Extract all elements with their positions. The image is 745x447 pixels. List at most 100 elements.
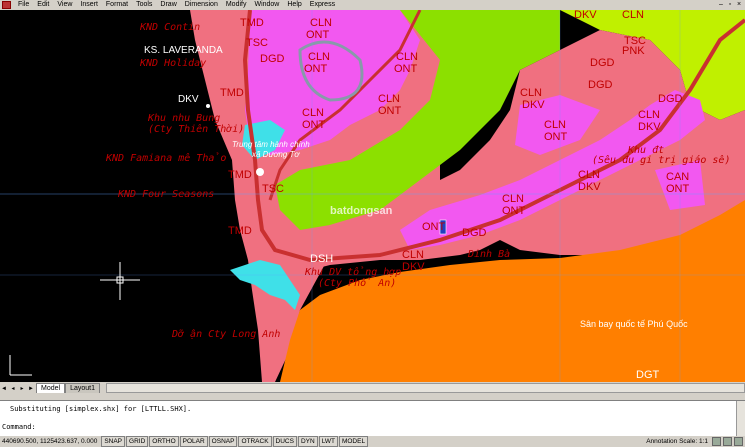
restore-icon[interactable]: ▫ bbox=[726, 1, 734, 9]
label-khu-nhu-bung: Khu nhu Bung bbox=[148, 113, 221, 124]
drawing-canvas[interactable]: KS. LAVERANDA DKV KND Contin KND Holiday… bbox=[0, 10, 745, 382]
label-dkv-left: DKV bbox=[178, 94, 199, 105]
label-dinh-ba: Dinh Bà bbox=[468, 249, 511, 260]
label-cln: CLN bbox=[302, 107, 325, 119]
label-cty-thien-thoi: (Cty Thiên Thời) bbox=[148, 124, 245, 135]
label-dkv: DKV bbox=[402, 261, 425, 273]
label-ont: ONT bbox=[544, 131, 568, 143]
label-sieu-du-lich: (Sêu đu gi trị giáo sê) bbox=[592, 155, 731, 166]
clean-screen-icon[interactable] bbox=[734, 437, 743, 446]
label-ont: ONT bbox=[422, 221, 446, 233]
label-ont: ONT bbox=[306, 29, 330, 41]
ortho-toggle[interactable]: ORTHO bbox=[149, 436, 179, 447]
label-cln: CLN bbox=[396, 51, 419, 63]
menu-format[interactable]: Format bbox=[102, 0, 132, 10]
annotation-scale[interactable]: Annotation Scale: 1:1 bbox=[646, 438, 712, 445]
menu-dimension[interactable]: Dimension bbox=[181, 0, 222, 10]
autocad-app-icon[interactable] bbox=[2, 1, 11, 9]
status-bar: 440690.500, 1125423.637, 0.000 SNAP GRID… bbox=[0, 436, 745, 447]
label-dgd-4: DGD bbox=[588, 79, 613, 91]
polar-toggle[interactable]: POLAR bbox=[179, 436, 208, 447]
label-tmd-1: TMD bbox=[220, 87, 244, 99]
menu-bar: File Edit View Insert Format Tools Draw … bbox=[0, 0, 745, 10]
label-khu-dv: Khu DV tổng hợp bbox=[305, 267, 402, 278]
ducs-toggle[interactable]: DUCS bbox=[272, 436, 297, 447]
label-cln: CLN bbox=[638, 109, 661, 121]
osnap-toggle[interactable]: OSNAP bbox=[208, 436, 238, 447]
last-tab-arrow-icon[interactable]: ► bbox=[27, 385, 35, 393]
label-dsh: DSH bbox=[310, 253, 334, 265]
command-prompt[interactable]: Command: bbox=[2, 423, 36, 431]
label-cln: CLN bbox=[520, 87, 543, 99]
label-cln: CLN bbox=[578, 169, 601, 181]
lock-icon[interactable] bbox=[723, 437, 732, 446]
label-dgd-2: DGD bbox=[462, 227, 487, 239]
menu-edit[interactable]: Edit bbox=[33, 0, 53, 10]
label-tmd-2: TMD bbox=[228, 169, 252, 181]
label-can: CAN bbox=[666, 171, 690, 183]
command-scrollbar[interactable] bbox=[736, 401, 745, 437]
label-knd-four-seasons: KND Four Seasons bbox=[118, 189, 215, 200]
label-ont: ONT bbox=[302, 119, 326, 131]
dyn-toggle[interactable]: DYN bbox=[297, 436, 318, 447]
minimize-icon[interactable]: – bbox=[717, 1, 725, 9]
annotation-visibility-icon[interactable] bbox=[712, 437, 721, 446]
label-ont: ONT bbox=[304, 63, 328, 75]
next-tab-arrow-icon[interactable]: ▸ bbox=[18, 385, 26, 393]
command-window[interactable]: Substituting [simplex.shx] for [LTTLL.SH… bbox=[0, 400, 745, 437]
label-dkv: DKV bbox=[574, 10, 597, 21]
grid-toggle[interactable]: GRID bbox=[126, 436, 149, 447]
menu-modify[interactable]: Modify bbox=[222, 0, 251, 10]
label-ks-laveranda: KS. LAVERANDA bbox=[144, 45, 223, 56]
label-knd-holiday: KND Holiday bbox=[140, 58, 207, 69]
menu-draw[interactable]: Draw bbox=[156, 0, 180, 10]
label-dkv: DKV bbox=[638, 121, 661, 133]
label-trung-tam: Trung tâm hành chính bbox=[232, 140, 310, 149]
label-knd-famiana: KND Famiana mê Thảo bbox=[106, 153, 227, 164]
label-cln: CLN bbox=[502, 193, 525, 205]
label-ont: ONT bbox=[502, 205, 526, 217]
label-dkv: DKV bbox=[578, 181, 601, 193]
label-ont: ONT bbox=[394, 63, 418, 75]
label-dat-rung: Dỡ ận Cty Long Anh bbox=[172, 329, 281, 340]
close-icon[interactable]: × bbox=[735, 1, 743, 9]
label-ont: ONT bbox=[666, 183, 690, 195]
first-tab-arrow-icon[interactable]: ◄ bbox=[0, 385, 8, 393]
label-cln: CLN bbox=[544, 119, 567, 131]
otrack-toggle[interactable]: OTRACK bbox=[238, 436, 272, 447]
label-dkv: DKV bbox=[522, 99, 545, 111]
tab-layout1[interactable]: Layout1 bbox=[65, 383, 100, 393]
model-toggle[interactable]: MODEL bbox=[338, 436, 369, 447]
menu-window[interactable]: Window bbox=[250, 0, 283, 10]
label-dgd-3: DGD bbox=[590, 57, 615, 69]
lwt-toggle[interactable]: LWT bbox=[318, 436, 338, 447]
label-cln: CLN bbox=[308, 51, 331, 63]
prev-tab-arrow-icon[interactable]: ◂ bbox=[9, 385, 17, 393]
menu-express[interactable]: Express bbox=[306, 0, 339, 10]
menu-view[interactable]: View bbox=[53, 0, 76, 10]
menu-tools[interactable]: Tools bbox=[132, 0, 156, 10]
label-cln: CLN bbox=[622, 10, 645, 21]
watermark-label: batdongsan bbox=[330, 205, 393, 217]
label-ont: ONT bbox=[378, 105, 402, 117]
menu-insert[interactable]: Insert bbox=[76, 0, 102, 10]
menu-help[interactable]: Help bbox=[283, 0, 305, 10]
coordinate-readout: 440690.500, 1125423.637, 0.000 bbox=[2, 438, 98, 445]
label-tmd-3: TMD bbox=[228, 225, 252, 237]
horizontal-scrollbar[interactable] bbox=[106, 383, 745, 393]
snap-toggle[interactable]: SNAP bbox=[101, 436, 126, 447]
menu-file[interactable]: File bbox=[14, 0, 33, 10]
command-history: Substituting [simplex.shx] for [LTTLL.SH… bbox=[10, 405, 192, 413]
label-san-bay: Sân bay quốc tế Phú Quốc bbox=[580, 319, 688, 329]
window-controls: – ▫ × bbox=[717, 1, 743, 9]
label-dgd: DGD bbox=[658, 93, 683, 105]
label-dgd-1: DGD bbox=[260, 53, 285, 65]
tab-model[interactable]: Model bbox=[36, 383, 66, 393]
label-cln: CLN bbox=[378, 93, 401, 105]
label-cty-pho-an: (Cty Phổ An) bbox=[318, 278, 397, 289]
label-cln: CLN bbox=[402, 249, 425, 261]
label-knd-contin: KND Contin bbox=[140, 22, 201, 33]
label-dgt: DGT bbox=[636, 369, 660, 381]
label-xa-duong-to: xã Dương Tơ bbox=[252, 150, 300, 159]
layout-tabs: ◄ ◂ ▸ ► Model Layout1 bbox=[0, 382, 745, 393]
